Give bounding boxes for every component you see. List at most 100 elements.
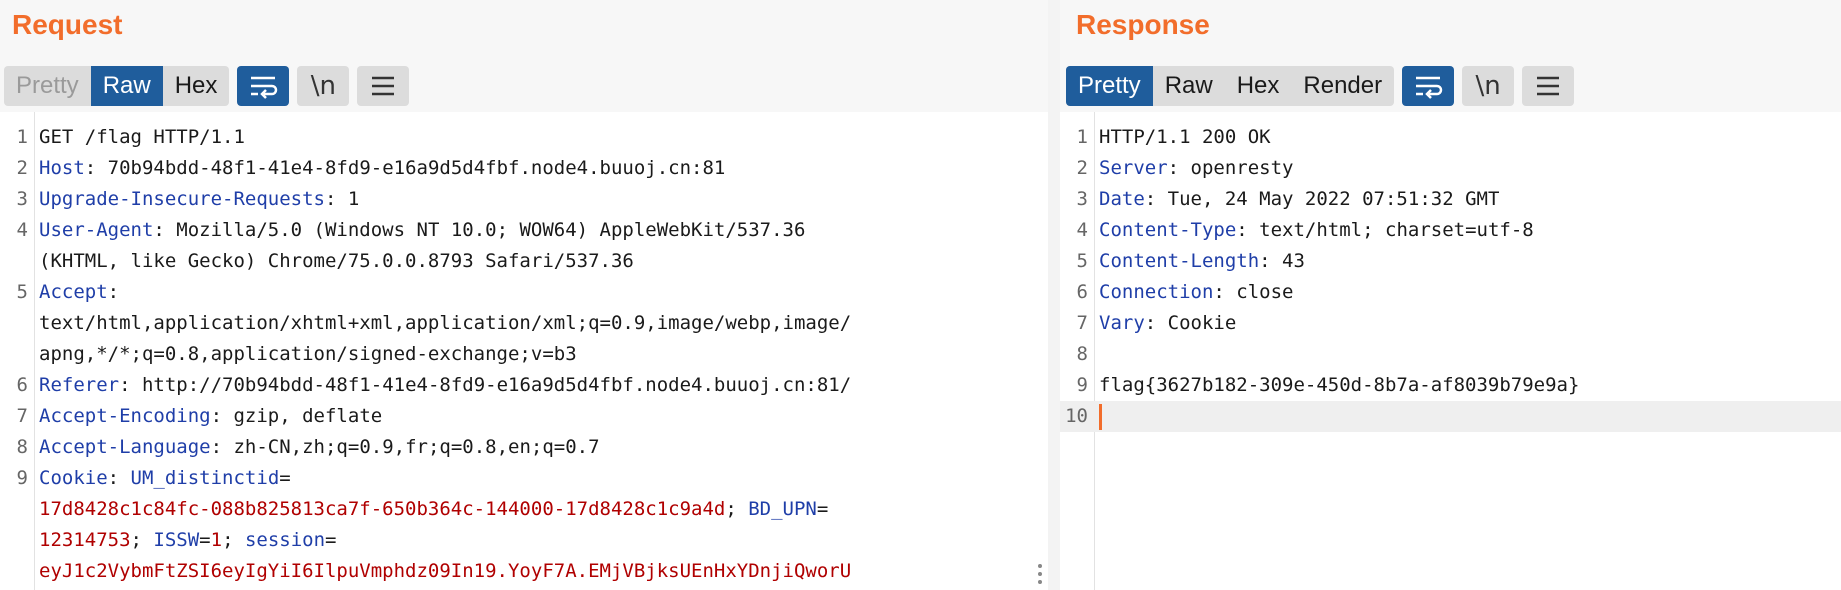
header-colon: : (84, 157, 97, 179)
line-number: 2 (16, 157, 28, 179)
code-line[interactable]: 12314753; ISSW=1; session= (0, 525, 1048, 556)
header-value: 1 (336, 188, 360, 210)
code-line[interactable]: 1 HTTP/1.1 200 OK (1060, 122, 1841, 153)
code-line[interactable]: text/html,application/xhtml+xml,applicat… (0, 308, 1048, 339)
header-value: Cookie (1156, 312, 1237, 334)
line-number: 5 (1076, 250, 1088, 272)
scroll-handle[interactable] (1038, 564, 1044, 584)
code-line[interactable]: 5 Content-Length: 43 (1060, 246, 1841, 277)
line-text: Referer: http://70b94bdd-48f1-41e4-8fd9-… (39, 370, 851, 401)
cookie-name: UM_distinctid (130, 467, 280, 489)
code-line[interactable]: 6 Connection: close (1060, 277, 1841, 308)
cookie-sep: ; (222, 529, 245, 551)
header-name: Server (1099, 157, 1168, 179)
request-toolbar: Pretty Raw Hex \n (4, 66, 410, 106)
cookie-sep: ; (130, 529, 154, 551)
header-colon: : (107, 281, 120, 303)
request-lines: 1 GET /flag HTTP/1.1 2 Host: 70b94bdd-48f1-… (0, 122, 1048, 587)
cookie-name: BD_UPN (748, 498, 817, 520)
show-newlines-icon[interactable]: \n (297, 66, 350, 106)
header-colon: : (1213, 281, 1225, 303)
cookie-equals: = (279, 467, 291, 489)
code-line[interactable]: 6 Referer: http://70b94bdd-48f1-41e4-8fd9… (0, 370, 1048, 401)
code-line[interactable]: 4 User-Agent: Mozilla/5.0 (Windows NT 10.… (0, 215, 1048, 246)
code-line[interactable]: 3 Date: Tue, 24 May 2022 07:51:32 GMT (1060, 184, 1841, 215)
code-line[interactable]: 9 flag{3627b182-309e-450d-8b7a-af8039b79e… (1060, 370, 1841, 401)
tab-pretty[interactable]: Pretty (1066, 66, 1153, 106)
header-colon: : (1144, 188, 1157, 210)
line-number: 4 (1076, 219, 1088, 241)
code-line[interactable]: eyJ1c2VybmFtZSI6eyIgYiI6IlpuVmphdz09In19… (0, 556, 1048, 587)
code-line[interactable]: 8 Accept-Language: zh-CN,zh;q=0.9,fr;q=0.… (0, 432, 1048, 463)
cookie-equals: = (199, 529, 211, 551)
header-name: Date (1099, 188, 1145, 210)
line-content: GET /flag HTTP/1.1 (39, 126, 245, 148)
cookie-equals: = (816, 498, 829, 520)
header-colon: : (119, 374, 131, 396)
line-number: 6 (16, 374, 28, 396)
tab-raw[interactable]: Raw (90, 66, 163, 106)
line-text: text/html,application/xhtml+xml,applicat… (39, 308, 851, 339)
tab-hex[interactable]: Hex (1225, 66, 1292, 106)
cookie-name: ISSW (153, 529, 200, 551)
header-colon: : (210, 405, 223, 427)
tab-render[interactable]: Render (1291, 66, 1394, 106)
line-number: 1 (1076, 126, 1088, 148)
code-line[interactable]: apng,*/*;q=0.8,application/signed-exchan… (0, 339, 1048, 370)
request-title: Request (12, 9, 123, 40)
code-line[interactable]: 4 Content-Type: text/html; charset=utf-8 (1060, 215, 1841, 246)
menu-glyph (372, 76, 395, 96)
line-number: 3 (1076, 188, 1088, 210)
code-line[interactable]: 2 Server: openresty (1060, 153, 1841, 184)
header-value: Mozilla/5.0 (Windows NT 10.0; WOW64) App… (164, 219, 806, 241)
code-line[interactable]: 17d8428c1c84fc-088b825813ca7f-650b364c-1… (0, 494, 1048, 525)
code-line[interactable]: 9 Cookie: UM_distinctid= (0, 463, 1048, 494)
header-name: Host (39, 157, 85, 179)
line-number: 2 (1076, 157, 1088, 179)
header-value: openresty (1179, 157, 1294, 179)
code-line[interactable]: 1 GET /flag HTTP/1.1 (0, 122, 1048, 153)
request-panel: Request Pretty Raw Hex \n 1 GET /flag HT… (0, 0, 1048, 590)
line-number: 5 (16, 281, 28, 303)
request-editor[interactable]: 1 GET /flag HTTP/1.1 2 Host: 70b94bdd-48f1-… (0, 112, 1048, 590)
code-line[interactable]: 2 Host: 70b94bdd-48f1-41e4-8fd9-e16a9d5d4… (0, 153, 1048, 184)
line-text: Content-Type: text/html; charset=utf-8 (1099, 215, 1534, 246)
line-text: Accept-Language: zh-CN,zh;q=0.9,fr;q=0.8… (39, 432, 600, 463)
line-number: 3 (16, 188, 28, 210)
header-name: Accept-Encoding (39, 405, 211, 427)
line-text: Date: Tue, 24 May 2022 07:51:32 GMT (1099, 184, 1499, 215)
response-editor[interactable]: 1 HTTP/1.1 200 OK 2 Server: openresty 3 Date:… (1060, 112, 1841, 590)
header-name: Connection (1099, 281, 1214, 303)
wrap-lines-icon[interactable] (1402, 66, 1455, 106)
header-name: Accept (39, 281, 108, 303)
header-name: User-Agent (39, 219, 154, 241)
cookie-name: session (244, 529, 326, 551)
code-line[interactable]: 8 (1060, 339, 1841, 370)
line-text: 12314753; ISSW=1; session= (39, 525, 337, 556)
response-lines: 1 HTTP/1.1 200 OK 2 Server: openresty 3 Date:… (1060, 122, 1841, 432)
panel-divider[interactable] (1048, 0, 1060, 590)
tab-hex[interactable]: Hex (163, 66, 230, 106)
code-line[interactable]: 3 Upgrade-Insecure-Requests: 1 (0, 184, 1048, 215)
line-text: Upgrade-Insecure-Requests: 1 (39, 184, 359, 215)
wrap-lines-icon[interactable] (237, 66, 290, 106)
show-newlines-icon[interactable]: \n (1462, 66, 1515, 106)
header-value: 43 (1270, 250, 1305, 272)
line-number: 8 (1076, 343, 1088, 365)
line-text: Host: 70b94bdd-48f1-41e4-8fd9-e16a9d5d4f… (39, 153, 725, 184)
code-line[interactable]: (KHTML, like Gecko) Chrome/75.0.0.8793 S… (0, 246, 1048, 277)
tab-raw[interactable]: Raw (1153, 66, 1225, 106)
code-line[interactable]: 5 Accept: (0, 277, 1048, 308)
line-number: 8 (16, 436, 28, 458)
wrap-lines-glyph (1416, 76, 1443, 99)
tab-pretty[interactable]: Pretty (4, 66, 91, 106)
line-text: Connection: close (1099, 277, 1293, 308)
header-value: close (1224, 281, 1294, 303)
line-number: 7 (16, 405, 28, 427)
code-line[interactable]: 10 (1060, 401, 1841, 432)
menu-icon[interactable] (1522, 66, 1575, 106)
code-line[interactable]: 7 Vary: Cookie (1060, 308, 1841, 339)
code-line[interactable]: 7 Accept-Encoding: gzip, deflate (0, 401, 1048, 432)
line-number: 4 (16, 219, 28, 241)
menu-icon[interactable] (357, 66, 410, 106)
